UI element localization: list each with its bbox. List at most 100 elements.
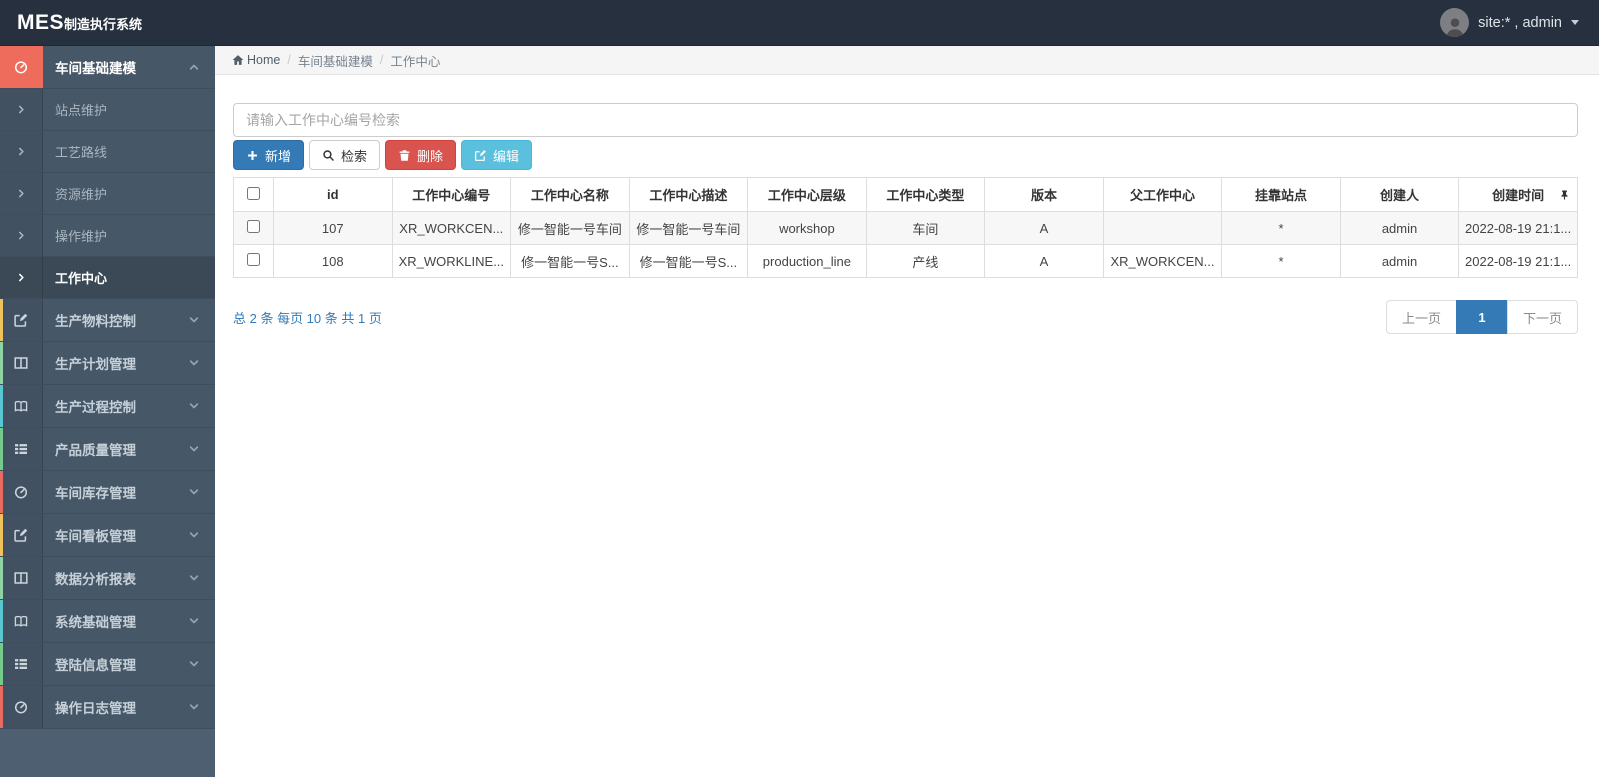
edit-button[interactable]: 编辑 <box>461 140 533 170</box>
chevron-up-icon <box>188 61 200 73</box>
sidebar-item-label: 生产物料控制 <box>55 314 136 329</box>
chevron-right-icon <box>0 257 43 298</box>
prev-page-button[interactable]: 上一页 <box>1385 300 1457 334</box>
chevron-right-icon <box>0 173 43 214</box>
book-icon <box>0 600 43 642</box>
search-input[interactable] <box>233 103 1578 137</box>
sidebar-subitem-1-3[interactable]: 资源维护 <box>0 173 215 215</box>
toolbar: 新增 检索 删除 编辑 <box>233 140 1578 170</box>
app-logo: MES 制造执行系统 <box>0 11 142 35</box>
table-cell: 108 <box>273 244 393 278</box>
table-cell: 107 <box>273 211 393 245</box>
select-all-header <box>233 177 274 212</box>
sidebar-item-1[interactable]: 车间基础建模 <box>0 46 215 89</box>
add-button[interactable]: 新增 <box>233 140 305 170</box>
breadcrumb: Home / 车间基础建模 / 工作中心 <box>215 46 1599 75</box>
sidebar-subitem-label: 资源维护 <box>55 187 108 202</box>
row-checkbox[interactable] <box>247 220 260 233</box>
table-cell: 修一智能一号S... <box>510 244 630 278</box>
book-icon <box>0 385 43 427</box>
trash-icon <box>398 149 411 162</box>
table-cell: A <box>984 211 1104 245</box>
sidebar-item-label: 产品质量管理 <box>55 443 136 458</box>
sidebar-item-11[interactable]: 操作日志管理 <box>0 686 215 729</box>
list-icon <box>0 643 43 685</box>
sidebar-subitem-label: 工艺路线 <box>55 145 108 160</box>
sidebar-item-4[interactable]: 生产过程控制 <box>0 385 215 428</box>
gauge-icon <box>0 46 43 88</box>
table-cell: admin <box>1339 244 1460 278</box>
chevron-down-icon <box>188 701 200 713</box>
sidebar-item-label: 生产过程控制 <box>55 400 136 415</box>
sidebar-item-8[interactable]: 数据分析报表 <box>0 557 215 600</box>
user-dropdown[interactable]: site:* , admin <box>1440 8 1599 37</box>
accent-bar <box>0 686 3 728</box>
breadcrumb-separator: / <box>287 53 291 67</box>
sidebar-item-7[interactable]: 车间看板管理 <box>0 514 215 557</box>
chevron-down-icon <box>188 615 200 627</box>
home-icon <box>232 54 244 66</box>
chevron-down-icon <box>188 658 200 670</box>
sidebar-item-3[interactable]: 生产计划管理 <box>0 342 215 385</box>
chevron-down-icon <box>188 529 200 541</box>
table-cell: 修一智能一号车间 <box>628 211 749 245</box>
select-all-checkbox[interactable] <box>247 186 260 200</box>
column-header: 创建时间 <box>1458 177 1578 212</box>
sidebar-item-label: 车间基础建模 <box>55 61 136 76</box>
next-page-button[interactable]: 下一页 <box>1506 300 1578 334</box>
delete-button[interactable]: 删除 <box>385 140 457 170</box>
table-row[interactable]: 107 XR_WORKCEN... 修一智能一号车间 修一智能一号车间 workshop… <box>233 211 1578 245</box>
sidebar-item-6[interactable]: 车间库存管理 <box>0 471 215 514</box>
table-cell: 2022-08-19 21:1... <box>1458 211 1578 245</box>
accent-bar <box>0 514 3 556</box>
user-avatar <box>1440 8 1470 37</box>
gauge-icon <box>0 471 43 513</box>
current-page-button[interactable]: 1 <box>1455 300 1508 334</box>
column-header: 创建人 <box>1339 177 1460 212</box>
pencil-square-icon <box>0 514 43 556</box>
chevron-right-icon <box>0 131 43 172</box>
sidebar-item-2[interactable]: 生产物料控制 <box>0 299 215 342</box>
topbar: MES 制造执行系统 site:* , admin <box>0 0 1599 46</box>
sidebar-item-label: 车间看板管理 <box>55 529 136 544</box>
sidebar-item-label: 生产计划管理 <box>55 357 136 372</box>
accent-bar <box>0 342 3 384</box>
chevron-down-icon <box>188 443 200 455</box>
sidebar-subitem-1-4[interactable]: 操作维护 <box>0 215 215 257</box>
accent-bar <box>0 471 3 513</box>
sidebar-item-label: 登陆信息管理 <box>55 658 136 673</box>
row-checkbox[interactable] <box>247 253 260 266</box>
accent-bar <box>0 299 3 341</box>
chevron-down-icon <box>188 400 200 412</box>
table-cell: * <box>1221 211 1341 245</box>
table-cell: XR_WORKLINE... <box>391 244 512 278</box>
table-cell: 修一智能一号车间 <box>510 211 630 245</box>
sidebar-item-10[interactable]: 登陆信息管理 <box>0 643 215 686</box>
sidebar-item-5[interactable]: 产品质量管理 <box>0 428 215 471</box>
sidebar-item-9[interactable]: 系统基础管理 <box>0 600 215 643</box>
chevron-down-icon <box>188 357 200 369</box>
search-button[interactable]: 检索 <box>309 140 381 170</box>
sidebar-subitem-label: 站点维护 <box>55 103 108 118</box>
table-header-row: id 工作中心编号 工作中心名称 工作中心描述 工作中心层级 工作中心类型 版本 父工作中心挂… <box>233 177 1578 212</box>
table-cell: admin <box>1339 211 1460 245</box>
breadcrumb-separator: / <box>379 53 384 67</box>
caret-down-icon <box>1571 20 1579 25</box>
sidebar-subitem-label: 操作维护 <box>55 229 108 244</box>
table-cell: 修一智能一号S... <box>628 244 749 278</box>
brand-subtitle: 制造执行系统 <box>64 16 143 32</box>
sidebar-subitem-1-5[interactable]: 工作中心 <box>0 257 215 299</box>
edit-icon <box>474 149 487 162</box>
breadcrumb-home[interactable]: Home <box>232 53 280 67</box>
column-header: 工作中心层级 <box>747 177 867 212</box>
sidebar-subitem-1-2[interactable]: 工艺路线 <box>0 131 215 173</box>
chevron-right-icon <box>0 89 43 130</box>
pencil-square-icon <box>0 299 43 341</box>
pagination-summary: 总 2 条 每页 10 条 共 1 页 <box>233 310 382 326</box>
table-row[interactable]: 108 XR_WORKLINE... 修一智能一号S... 修一智能一号S... pro… <box>233 244 1578 278</box>
pager: 上一页 1 下一页 <box>1385 300 1578 334</box>
column-header: 工作中心描述 <box>628 177 749 212</box>
sidebar-subitem-1-1[interactable]: 站点维护 <box>0 89 215 131</box>
column-header: id <box>273 177 393 212</box>
pin-icon[interactable] <box>1559 189 1570 200</box>
